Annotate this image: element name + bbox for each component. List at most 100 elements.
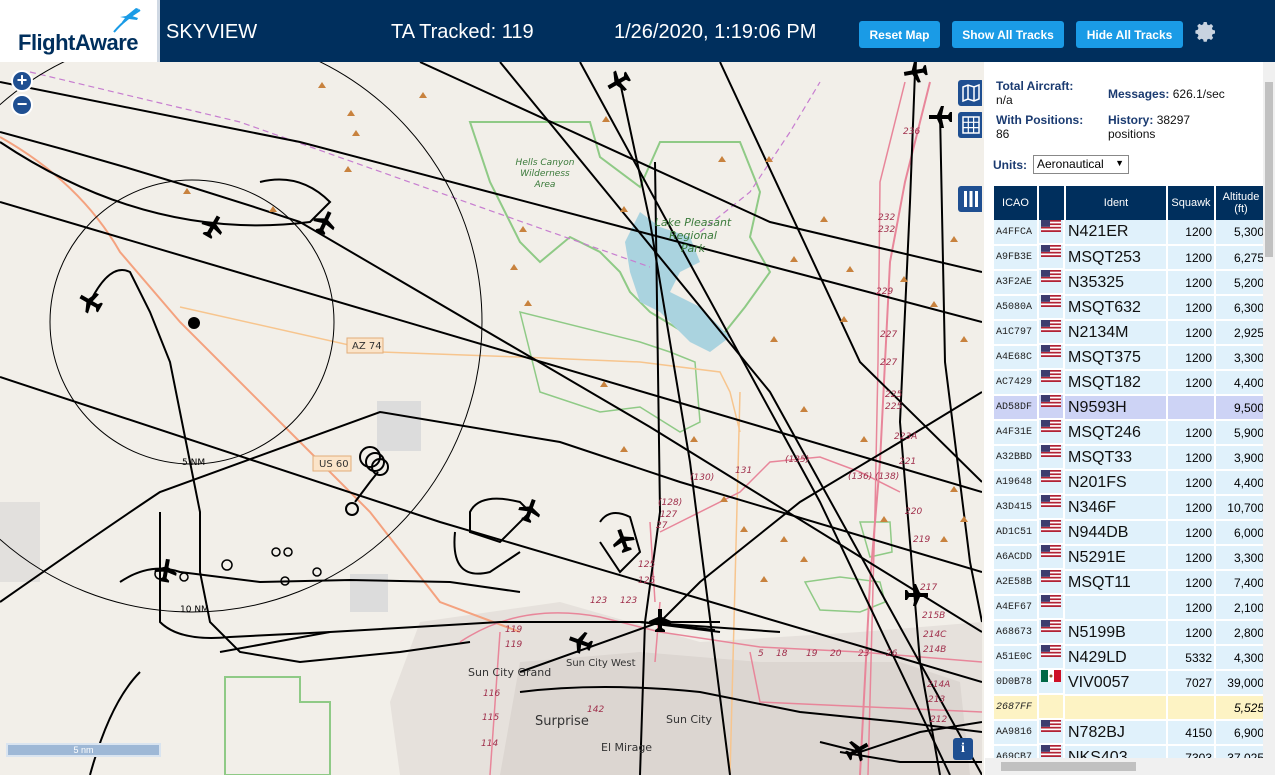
us-flag-icon xyxy=(1041,645,1061,658)
show-all-tracks-button[interactable]: Show All Tracks xyxy=(952,21,1064,48)
az74-label: AZ 74 xyxy=(352,341,382,352)
gear-icon[interactable] xyxy=(1194,20,1218,44)
info-button[interactable]: i xyxy=(953,738,973,760)
flag-cell xyxy=(1039,470,1065,495)
icao-cell: AA9816 xyxy=(994,720,1039,746)
table-row[interactable]: A2E58B MSQT11 1200 7,400 xyxy=(994,570,1268,596)
road-number-label: 5 xyxy=(758,649,764,659)
table-row[interactable]: AD1C51 N944DB 1200 6,000 xyxy=(994,520,1268,546)
flag-cell xyxy=(1039,620,1065,645)
grid-toggle-button[interactable] xyxy=(958,112,982,138)
col-ident[interactable]: Ident xyxy=(1065,186,1168,220)
us-flag-icon xyxy=(1041,445,1061,458)
table-row[interactable]: A9FB3E MSQT253 1200 6,275 xyxy=(994,245,1268,271)
icao-cell: A1C797 xyxy=(994,320,1039,346)
table-row[interactable]: A51E0C N429LD 5332 4,300 xyxy=(994,645,1268,671)
ident-cell: MSQT182 xyxy=(1065,370,1168,396)
road-number-label: (136) xyxy=(848,472,872,482)
ident-cell: N421ER xyxy=(1065,220,1168,246)
table-row[interactable]: A3D415 N346F 1200 10,700 xyxy=(994,495,1268,521)
sun-city-grand-label: Sun City Grand xyxy=(468,666,551,679)
table-row[interactable]: A3F2AE N35325 1200 5,200 xyxy=(994,270,1268,296)
road-number-label: 114 xyxy=(481,739,498,749)
squawk-cell: 1200 xyxy=(1167,595,1216,621)
altitude-cell: 3,900 xyxy=(1215,445,1268,471)
icao-cell: A4F31E xyxy=(994,420,1039,446)
road-number-label: (128) xyxy=(658,498,682,508)
messages-value: 626.1/sec xyxy=(1172,87,1225,101)
hscroll-thumb[interactable] xyxy=(1001,762,1136,771)
flightaware-logo[interactable]: FlightAware xyxy=(0,0,160,62)
table-row[interactable]: A32BBD MSQT33 1200 3,900 xyxy=(994,445,1268,471)
scale-label: 5 nm xyxy=(73,745,94,755)
table-row[interactable]: A4E68C MSQT375 1200 3,300 xyxy=(994,345,1268,371)
col-icao[interactable]: ICAO xyxy=(994,186,1039,220)
us-flag-icon xyxy=(1041,545,1061,558)
col-squawk[interactable]: Squawk xyxy=(1167,186,1216,220)
park-label-1: Lake Pleasant xyxy=(655,216,732,229)
squawk-cell: 1200 xyxy=(1167,445,1216,471)
road-number-label: 131 xyxy=(735,466,752,476)
range-ring-10nm xyxy=(0,62,483,613)
zoom-in-button[interactable]: + xyxy=(11,70,33,92)
surprise-label: Surprise xyxy=(535,714,589,729)
us-flag-icon xyxy=(1041,295,1061,308)
flag-cell xyxy=(1039,345,1065,370)
app-name: SKYVIEW xyxy=(166,21,258,43)
altitude-cell: 10,700 xyxy=(1215,495,1268,521)
panel-scrollbar[interactable] xyxy=(1263,62,1275,775)
altitude-cell: 6,900 xyxy=(1215,720,1268,746)
ident-cell: N5291E xyxy=(1065,545,1168,571)
table-row[interactable]: A4FFCA N421ER 1200 5,300 xyxy=(994,220,1268,246)
flag-cell xyxy=(1039,370,1065,395)
ident-cell xyxy=(1065,595,1168,621)
top-bar: FlightAware SKYVIEW TA Tracked: 119 1/26… xyxy=(0,0,1275,62)
units-select[interactable]: Aeronautical ▼ xyxy=(1033,155,1129,174)
road-number-label: 229 xyxy=(876,287,893,297)
map-canvas[interactable]: Hells Canyon Wilderness Area Lake Pleasa… xyxy=(0,62,982,775)
table-row[interactable]: AD58DF N9593H 9,500 xyxy=(994,395,1268,421)
table-row[interactable]: 2687FF 5,525 xyxy=(994,695,1268,721)
table-row[interactable]: A4EF67 1200 2,100 xyxy=(994,595,1268,621)
squawk-cell: 1200 xyxy=(1167,420,1216,446)
table-row[interactable]: A6ACDD N5291E 1200 3,300 xyxy=(994,545,1268,571)
us-flag-icon xyxy=(1041,420,1061,433)
columns-toggle-button[interactable] xyxy=(958,186,982,212)
zoom-out-button[interactable]: − xyxy=(11,94,33,116)
table-row[interactable]: A1C797 N2134M 1200 2,925 xyxy=(994,320,1268,346)
table-row[interactable]: AC7429 MSQT182 1200 4,400 xyxy=(994,370,1268,396)
table-row[interactable]: 0D0B78 VIV0057 7027 39,000 xyxy=(994,670,1268,696)
us-flag-icon xyxy=(1041,595,1061,608)
road-number-label: 116 xyxy=(483,689,500,699)
hide-all-tracks-button[interactable]: Hide All Tracks xyxy=(1076,21,1183,48)
datetime-display: 1/26/2020, 1:19:06 PM xyxy=(614,21,817,43)
table-row[interactable]: A4F31E MSQT246 1200 5,900 xyxy=(994,420,1268,446)
map-layers-button[interactable] xyxy=(958,80,982,106)
table-row[interactable]: A68673 N5199B 1200 2,800 xyxy=(994,620,1268,646)
road-number-label: 225 xyxy=(885,402,902,412)
map-layer: Hells Canyon Wilderness Area Lake Pleasa… xyxy=(0,62,982,775)
road-number-label: 220 xyxy=(905,507,922,517)
table-row[interactable]: AA9816 N782BJ 4150 6,900 xyxy=(994,720,1268,746)
col-flag[interactable] xyxy=(1038,186,1066,220)
table-row[interactable]: A19648 N201FS 1200 4,400 xyxy=(994,470,1268,496)
panel-horizontal-scrollbar[interactable] xyxy=(985,758,1263,775)
altitude-cell: 3,300 xyxy=(1215,345,1268,371)
reset-map-button[interactable]: Reset Map xyxy=(859,21,940,48)
road-number-label: 123 xyxy=(590,596,607,606)
us-flag-icon xyxy=(1041,270,1061,283)
messages-label: Messages: xyxy=(1108,87,1170,101)
icao-cell: A5080A xyxy=(994,295,1039,321)
flag-cell xyxy=(1039,495,1065,520)
ident-cell: N35325 xyxy=(1065,270,1168,296)
road-number-label: 223A xyxy=(894,432,917,442)
col-altitude[interactable]: Altitude (ft) xyxy=(1215,186,1268,220)
map-icon xyxy=(962,83,980,103)
tracked-count: TA Tracked: 119 xyxy=(391,21,534,43)
scroll-thumb[interactable] xyxy=(1265,82,1273,257)
flag-cell xyxy=(1039,320,1065,345)
table-row[interactable]: A5080A MSQT632 1200 6,300 xyxy=(994,295,1268,321)
sun-city-label: Sun City xyxy=(666,713,712,726)
flag-cell xyxy=(1039,570,1065,595)
wilderness-label-1: Hells Canyon xyxy=(516,158,575,168)
